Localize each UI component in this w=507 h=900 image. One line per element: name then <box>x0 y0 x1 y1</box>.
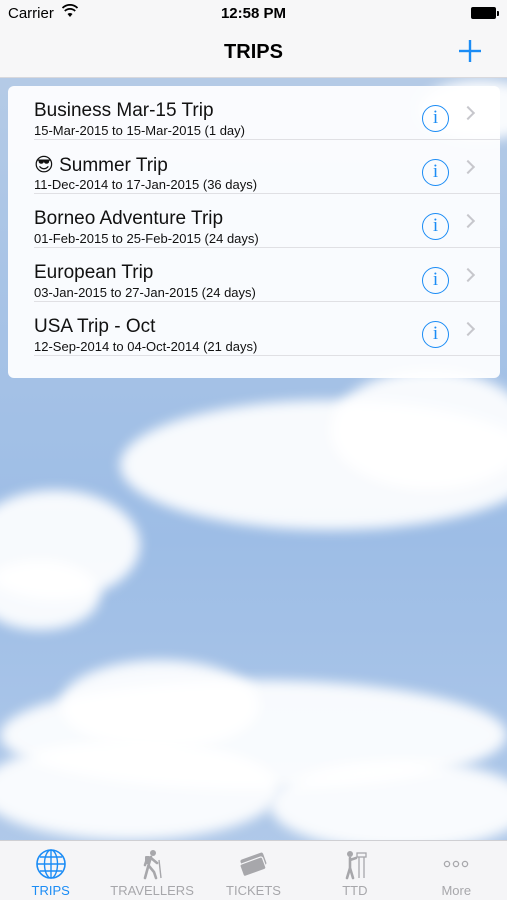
tab-bar: TRIPS TRAVELLERS TICKETS TTD More <box>0 840 507 900</box>
info-icon[interactable]: i <box>422 321 449 348</box>
trip-dates: 11-Dec-2014 to 17-Jan-2015 (36 days) <box>34 177 258 192</box>
tab-label: TTD <box>342 883 368 898</box>
trip-name-text: European Trip <box>34 262 154 283</box>
hiker-icon <box>136 848 168 880</box>
trip-name: Borneo Adventure Trip <box>34 208 223 230</box>
trip-dates: 03-Jan-2015 to 27-Jan-2015 (24 days) <box>34 285 256 300</box>
info-icon[interactable]: i <box>422 159 449 186</box>
row-separator <box>34 355 500 356</box>
chevron-right-icon <box>460 213 476 229</box>
sightseeing-icon <box>339 848 371 880</box>
tab-more[interactable]: More <box>406 841 507 900</box>
tab-trips[interactable]: TRIPS <box>0 841 101 900</box>
trip-name: Business Mar-15 Trip <box>34 100 214 122</box>
tab-label: TRIPS <box>31 883 70 898</box>
trip-row[interactable]: 😎 Summer Trip 11-Dec-2014 to 17-Jan-2015 … <box>8 140 500 194</box>
chevron-right-icon <box>460 159 476 175</box>
clock: 12:58 PM <box>220 5 287 22</box>
trip-name-text: USA Trip - Oct <box>34 316 156 337</box>
tab-label: TICKETS <box>226 883 281 898</box>
trip-dates: 01-Feb-2015 to 25-Feb-2015 (24 days) <box>34 231 259 246</box>
navigation-bar: TRIPS <box>0 28 507 78</box>
trip-row[interactable]: Borneo Adventure Trip 01-Feb-2015 to 25-F… <box>8 194 500 248</box>
page-title: TRIPS <box>224 41 283 63</box>
trip-dates: 12-Sep-2014 to 04-Oct-2014 (21 days) <box>34 339 258 354</box>
tab-tickets[interactable]: TICKETS <box>203 841 304 900</box>
tab-travellers[interactable]: TRAVELLERS <box>101 841 202 900</box>
chevron-right-icon <box>460 267 476 283</box>
status-bar: Carrier 12:58 PM <box>0 0 507 28</box>
trip-row[interactable]: European Trip 03-Jan-2015 to 27-Jan-2015 … <box>8 248 500 302</box>
plus-icon[interactable] <box>455 36 485 66</box>
more-icon <box>440 848 472 880</box>
trip-name-text: Summer Trip <box>59 155 168 176</box>
trip-name: 😎 Summer Trip <box>34 154 168 177</box>
info-icon[interactable]: i <box>422 213 449 240</box>
info-icon[interactable]: i <box>422 267 449 294</box>
tab-ttd[interactable]: TTD <box>304 841 405 900</box>
tab-label: More <box>441 883 472 898</box>
info-icon[interactable]: i <box>422 105 449 132</box>
trip-row[interactable]: USA Trip - Oct 12-Sep-2014 to 04-Oct-2014… <box>8 302 500 356</box>
tab-label: TRAVELLERS <box>110 883 194 898</box>
trip-dates: 15-Mar-2015 to 15-Mar-2015 (1 day) <box>34 123 245 138</box>
trip-name-text: Business Mar-15 Trip <box>34 100 214 121</box>
trip-name-text: Borneo Adventure Trip <box>34 208 224 229</box>
chevron-right-icon <box>460 105 476 121</box>
globe-icon <box>35 848 67 880</box>
trip-name: USA Trip - Oct <box>34 316 155 338</box>
trip-list: Business Mar-15 Trip 15-Mar-2015 to 15-Ma… <box>8 86 500 378</box>
tickets-icon <box>237 848 269 880</box>
battery-icon <box>471 7 499 19</box>
trip-row[interactable]: Business Mar-15 Trip 15-Mar-2015 to 15-Ma… <box>8 86 500 140</box>
add-trip-button[interactable] <box>455 36 485 66</box>
sunglasses-emoji-icon: 😎 <box>34 155 60 176</box>
trip-name: European Trip <box>34 262 153 284</box>
chevron-right-icon <box>460 321 476 337</box>
